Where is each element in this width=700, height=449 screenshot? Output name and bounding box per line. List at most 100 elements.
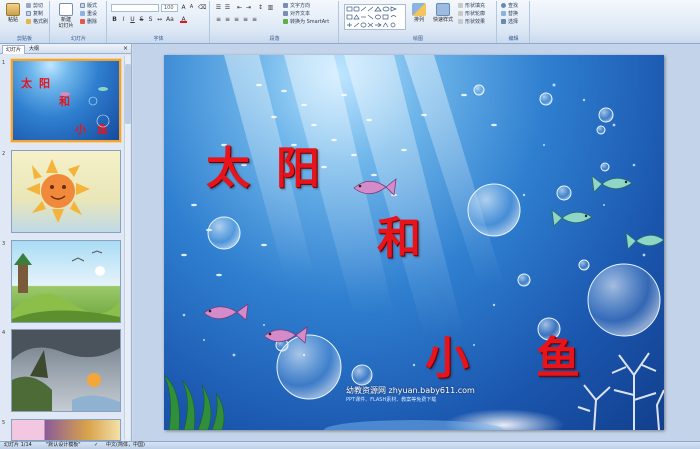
font-size-combo[interactable]: 100 bbox=[161, 4, 178, 12]
layout-icon bbox=[80, 3, 85, 8]
slide-number: 1 bbox=[2, 60, 6, 66]
change-case-icon[interactable]: Aa bbox=[166, 16, 174, 23]
text-direction-icon bbox=[283, 3, 288, 8]
underline-icon[interactable]: U bbox=[129, 16, 136, 23]
format-painter-button[interactable]: 格式刷 bbox=[26, 19, 48, 26]
paste-icon bbox=[6, 3, 20, 16]
shape-effects-button[interactable]: 形状效果 bbox=[458, 19, 485, 26]
strikethrough-icon[interactable]: S bbox=[138, 16, 145, 23]
slide-thumbnail-2[interactable] bbox=[11, 150, 121, 233]
distributed-icon[interactable]: ≡ bbox=[251, 16, 258, 23]
shape-outline-button[interactable]: 形状轮廓 bbox=[458, 11, 485, 18]
slide-thumbnail-3[interactable] bbox=[11, 240, 121, 323]
numbering-icon[interactable]: ☰ bbox=[224, 4, 231, 11]
font-group: 100 A A ⌫ B I U S S ↔ Aa A 字体 bbox=[108, 1, 210, 43]
slide-thumbnail-1[interactable]: 太 阳 和 小 鱼 bbox=[11, 59, 121, 142]
quick-styles-icon bbox=[436, 3, 450, 16]
title-char-yu[interactable]: 鱼 bbox=[536, 337, 580, 381]
shape-fill-button[interactable]: 形状填充 bbox=[458, 3, 485, 10]
tab-slides[interactable]: 幻灯片 bbox=[2, 45, 26, 54]
align-text-icon bbox=[283, 11, 288, 16]
slide-thumbnail-4[interactable] bbox=[11, 329, 121, 412]
select-icon bbox=[501, 19, 506, 24]
clear-format-icon[interactable]: ⌫ bbox=[198, 4, 206, 11]
sun-illustration bbox=[26, 159, 90, 223]
cut-button[interactable]: 剪切 bbox=[26, 3, 43, 10]
columns-icon[interactable]: ▥ bbox=[267, 4, 274, 11]
slide-number: 3 bbox=[2, 241, 6, 247]
paragraph-label: 段落 bbox=[269, 36, 280, 42]
spellcheck-icon[interactable]: ✓ bbox=[94, 442, 98, 449]
thumb-fish-decoration bbox=[60, 87, 110, 128]
slide-thumbnail-5[interactable] bbox=[11, 419, 121, 441]
scrollbar-thumb[interactable] bbox=[125, 64, 131, 124]
slide-editing-area: 太 阳 和 小 鱼 幼教资源网 zhyuan.baby611.com PPT课件… bbox=[133, 44, 700, 441]
delete-slide-button[interactable]: 删除 bbox=[80, 19, 97, 26]
teal-fish bbox=[551, 175, 664, 250]
find-icon bbox=[501, 3, 506, 8]
spacing-icon[interactable]: ↔ bbox=[156, 16, 163, 23]
bold-icon[interactable]: B bbox=[111, 16, 118, 23]
align-right-icon[interactable]: ≡ bbox=[233, 16, 240, 23]
tab-outline[interactable]: 大纲 bbox=[26, 45, 42, 54]
title-char-yang[interactable]: 阳 bbox=[276, 147, 320, 191]
align-left-icon[interactable]: ≡ bbox=[215, 16, 222, 23]
paste-button[interactable]: 粘贴 bbox=[2, 3, 24, 31]
smartart-icon bbox=[283, 19, 288, 24]
slide-number: 4 bbox=[2, 330, 6, 336]
smartart-button[interactable]: 转换为 SmartArt bbox=[283, 19, 329, 26]
language-indicator[interactable]: 中文(简体，中国) bbox=[106, 442, 145, 449]
close-icon[interactable]: × bbox=[123, 45, 128, 53]
slide-canvas[interactable]: 太 阳 和 小 鱼 幼教资源网 zhyuan.baby611.com PPT课件… bbox=[164, 55, 664, 430]
align-center-icon[interactable]: ≡ bbox=[224, 16, 231, 23]
title-char-tai[interactable]: 太 bbox=[206, 147, 250, 191]
select-button[interactable]: 选择 bbox=[501, 19, 518, 26]
line-spacing-icon[interactable]: ↕ bbox=[257, 4, 264, 11]
align-text-button[interactable]: 对齐文本 bbox=[283, 11, 310, 18]
ribbon: 粘贴 剪切 复制 格式刷 剪贴板 新建 幻灯片 版式 重设 删除 幻灯片 100… bbox=[0, 0, 700, 44]
grow-font-icon[interactable]: A bbox=[180, 4, 187, 11]
layout-button[interactable]: 版式 bbox=[80, 3, 97, 10]
arrange-button[interactable]: 排列 bbox=[408, 3, 430, 31]
font-color-icon[interactable]: A bbox=[180, 16, 187, 23]
seaweed bbox=[164, 374, 225, 430]
italic-icon[interactable]: I bbox=[120, 16, 127, 23]
find-button[interactable]: 查找 bbox=[501, 3, 518, 10]
reset-icon bbox=[80, 11, 85, 16]
theme-name: "默认设计模板" bbox=[46, 442, 81, 448]
copy-button[interactable]: 复制 bbox=[26, 11, 43, 18]
delete-icon bbox=[80, 19, 85, 24]
title-char-xiao[interactable]: 小 bbox=[425, 337, 469, 381]
shrink-font-icon[interactable]: A bbox=[188, 4, 195, 11]
reset-button[interactable]: 重设 bbox=[80, 11, 97, 18]
title-char-he[interactable]: 和 bbox=[377, 217, 421, 261]
decrease-indent-icon[interactable]: ⇤ bbox=[236, 4, 243, 11]
storm-illustration bbox=[12, 330, 120, 411]
font-name-combo[interactable] bbox=[111, 4, 159, 12]
replace-button[interactable]: 替换 bbox=[501, 11, 518, 18]
arrange-icon bbox=[412, 3, 426, 16]
thumbnail-scrollbar[interactable] bbox=[124, 56, 131, 439]
new-slide-button[interactable]: 新建 幻灯片 bbox=[54, 3, 78, 31]
increase-indent-icon[interactable]: ⇥ bbox=[245, 4, 252, 11]
quick-styles-button[interactable]: 快速样式 bbox=[430, 3, 456, 31]
shapes-gallery[interactable] bbox=[344, 4, 406, 30]
clipboard-group: 粘贴 剪切 复制 格式刷 剪贴板 bbox=[0, 1, 50, 43]
brush-icon bbox=[26, 19, 31, 24]
paragraph-group: ☰ ☰ ⇤ ⇥ ↕ ▥ ≡ ≡ ≡ ≡ ≡ 文字方向 对齐文本 转换为 Smar… bbox=[211, 1, 339, 43]
clipboard-label: 剪贴板 bbox=[16, 36, 32, 42]
replace-icon bbox=[501, 11, 506, 16]
effects-icon bbox=[458, 19, 463, 24]
coral bbox=[577, 352, 664, 430]
justify-icon[interactable]: ≡ bbox=[242, 16, 249, 23]
bullets-icon[interactable]: ☰ bbox=[215, 4, 222, 11]
text-direction-button[interactable]: 文字方向 bbox=[283, 3, 310, 10]
slides-group: 新建 幻灯片 版式 重设 删除 幻灯片 bbox=[51, 1, 107, 43]
shadow-icon[interactable]: S bbox=[147, 16, 154, 23]
paint-bucket-icon bbox=[458, 3, 463, 8]
font-label: 字体 bbox=[153, 36, 164, 42]
pane-tabs: 幻灯片 大纲 × bbox=[0, 44, 131, 54]
editing-label: 编辑 bbox=[508, 36, 519, 42]
slides-pane: 幻灯片 大纲 × 1 太 阳 和 小 鱼 2 3 4 5 bbox=[0, 44, 132, 441]
editing-group: 查找 替换 选择 编辑 bbox=[498, 1, 530, 43]
